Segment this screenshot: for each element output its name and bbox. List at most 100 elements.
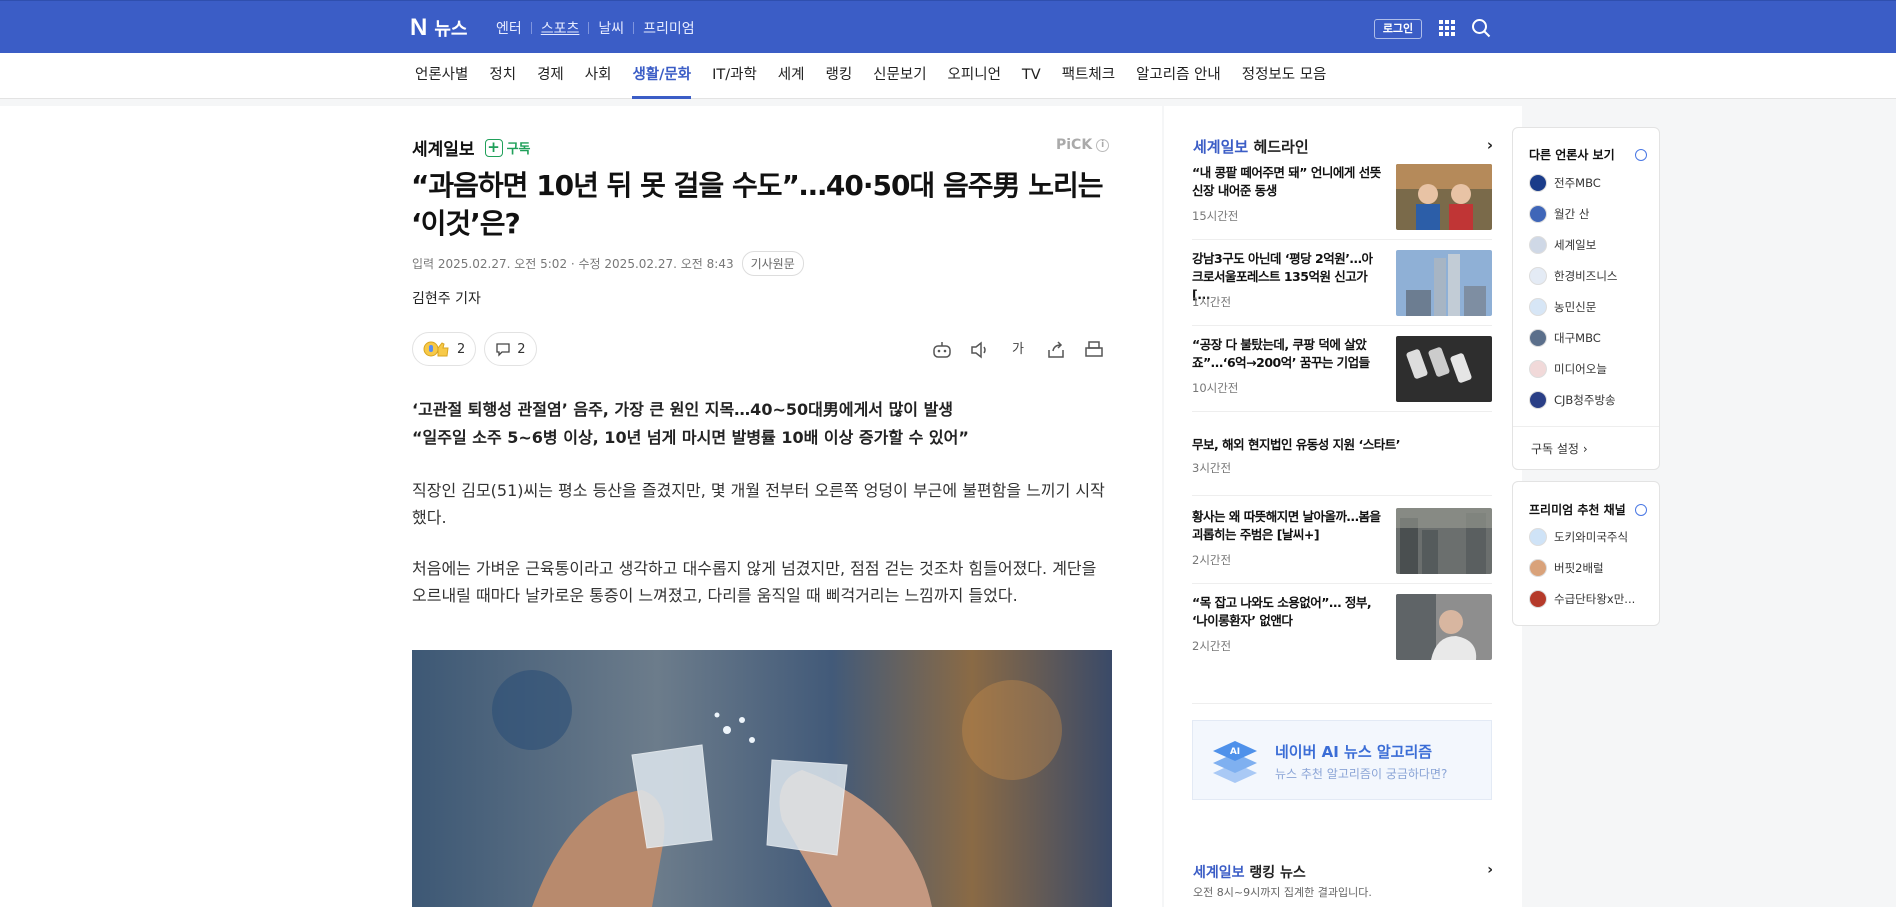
headline-item[interactable]: 황사는 왜 따뜻해지면 날아올까…봄을 괴롭히는 주범은 [날씨+] 2시간전 — [1192, 508, 1492, 584]
speaker-icon[interactable] — [968, 338, 992, 362]
refresh-icon[interactable] — [1635, 149, 1647, 161]
ai-icon-text: AI — [1230, 747, 1240, 757]
headline-thumbnail — [1396, 508, 1492, 574]
robot-summary-icon[interactable] — [930, 338, 954, 362]
headline-press-name: 세계일보 — [1193, 138, 1249, 156]
press-logo-icon — [1529, 360, 1547, 378]
press-item-name: 세계일보 — [1554, 238, 1597, 252]
pick-badge[interactable]: PiCK i — [1056, 137, 1110, 153]
premium-item[interactable]: 수급단타왕x만... — [1529, 590, 1635, 608]
press-item[interactable]: 전주MBC — [1529, 174, 1601, 192]
headline-title: 무보, 해외 현지법인 유동성 지원 ‘스타트’ — [1192, 437, 1401, 452]
press-logo-icon — [1529, 391, 1547, 409]
headline-time: 2시간전 — [1192, 553, 1232, 567]
info-icon: i — [1096, 138, 1110, 152]
login-button[interactable]: 로그인 — [1374, 19, 1422, 39]
reaction-emoji-icon — [423, 341, 449, 357]
original-article-button[interactable]: 기사원문 — [741, 251, 804, 276]
article-title-line-2: ‘이것’은? — [411, 207, 521, 240]
nav-item-it-science[interactable]: IT/과학 — [712, 53, 757, 99]
press-item-name: 한경비즈니스 — [1554, 269, 1618, 283]
nav-item-algorithm[interactable]: 알고리즘 안내 — [1136, 53, 1221, 99]
press-header: 세계일보 + 구독 — [412, 135, 530, 160]
headline-item[interactable]: 무보, 해외 현지법인 유동성 지원 ‘스타트’ 3시간전 — [1192, 422, 1492, 496]
press-item[interactable]: 한경비즈니스 — [1529, 267, 1617, 285]
reaction-button[interactable]: 2 — [412, 332, 477, 366]
press-item[interactable]: 대구MBC — [1529, 329, 1601, 347]
press-item[interactable]: 미디어오늘 — [1529, 360, 1607, 378]
share-icon[interactable] — [1044, 338, 1068, 362]
subscribe-button[interactable]: + 구독 — [484, 138, 530, 157]
press-logo-icon — [1529, 236, 1547, 254]
apps-grid-icon[interactable] — [1439, 20, 1455, 36]
service-link-sports[interactable]: 스포츠 — [541, 18, 580, 38]
search-icon[interactable] — [1471, 18, 1491, 38]
ai-banner-title: 네이버 AI 뉴스 알고리즘 — [1275, 743, 1433, 761]
refresh-icon[interactable] — [1635, 504, 1647, 516]
headline-title: 황사는 왜 따뜻해지면 날아올까…봄을 괴롭히는 주범은 [날씨+] — [1192, 509, 1381, 542]
comment-count: 2 — [517, 341, 526, 357]
service-link-premium[interactable]: 프리미엄 — [643, 18, 695, 38]
nav-item-opinion[interactable]: 오피니언 — [948, 53, 1001, 99]
top-bar: N 뉴스 엔터 스포츠 날씨 프리미엄 로그인 — [0, 0, 1896, 53]
headline-item[interactable]: “공장 다 불탔는데, 쿠팡 덕에 살았죠”…‘6억→200억’ 꿈꾸는 기업들… — [1192, 336, 1492, 412]
headline-title: “내 콩팥 떼어주면 돼” 언니에게 선뜻 신장 내어준 동생 — [1192, 165, 1381, 198]
press-item-name: 월간 산 — [1554, 207, 1590, 221]
press-item[interactable]: 월간 산 — [1529, 205, 1589, 223]
reporter-name[interactable]: 김현주 기자 — [412, 288, 481, 308]
nav-item-economy[interactable]: 경제 — [537, 53, 564, 99]
headline-title: “목 잡고 나와도 소용없어”… 정부, ‘나이롱환자’ 없앤다 — [1192, 595, 1372, 628]
nav-item-ranking[interactable]: 랭킹 — [825, 53, 852, 99]
section-nav: 언론사별 정치 경제 사회 생활/문화 IT/과학 세계 랭킹 신문보기 오피니… — [415, 53, 1347, 99]
premium-item-name: 수급단타왕x만... — [1554, 592, 1636, 606]
ai-stack-icon: AI — [1211, 733, 1259, 787]
press-name[interactable]: 세계일보 — [412, 135, 475, 160]
naver-news-logo[interactable]: N 뉴스 — [410, 14, 467, 42]
ranking-header[interactable]: 세계일보 랭킹 뉴스 › — [1193, 862, 1493, 882]
headline-thumbnail — [1396, 594, 1492, 660]
channel-logo-icon — [1529, 559, 1547, 577]
premium-item[interactable]: 버핏2배럴 — [1529, 559, 1604, 577]
section-nav-bar: 언론사별 정치 경제 사회 생활/문화 IT/과학 세계 랭킹 신문보기 오피니… — [0, 53, 1896, 99]
press-item[interactable]: 농민신문 — [1529, 298, 1596, 316]
headline-item[interactable]: 강남3구도 아닌데 ‘평당 2억원’…아크로서울포레스트 135억원 신고가 [… — [1192, 250, 1492, 326]
comment-button[interactable]: 2 — [484, 332, 537, 366]
nav-item-tv[interactable]: TV — [1022, 53, 1041, 99]
headline-time: 15시간전 — [1192, 209, 1239, 223]
channel-logo-icon — [1529, 528, 1547, 546]
ai-banner-desc: 뉴스 추천 알고리즘이 궁금하다면? — [1275, 767, 1448, 781]
press-logo-icon — [1529, 298, 1547, 316]
headline-time: 1시간전 — [1192, 295, 1232, 309]
headline-item[interactable]: “목 잡고 나와도 소용없어”… 정부, ‘나이롱환자’ 없앤다 2시간전 — [1192, 594, 1492, 704]
service-link-entertainment[interactable]: 엔터 — [496, 18, 522, 38]
naver-n-logo: N — [410, 14, 428, 41]
subscription-settings-link[interactable]: 구독 설정 › — [1531, 440, 1588, 457]
soju-toast-image — [412, 650, 1112, 907]
nav-item-factcheck[interactable]: 팩트체크 — [1062, 53, 1115, 99]
headline-time: 3시간전 — [1192, 461, 1232, 475]
press-item[interactable]: 세계일보 — [1529, 236, 1596, 254]
divider — [588, 22, 590, 34]
text-size-label: 가 — [1012, 342, 1024, 357]
text-size-button[interactable]: 가 — [1006, 338, 1030, 362]
press-item[interactable]: CJB청주방송 — [1529, 391, 1616, 409]
nav-item-life-culture[interactable]: 생활/문화 — [632, 53, 691, 99]
headline-section-header[interactable]: 세계일보 헤드라인 › — [1193, 136, 1493, 157]
nav-item-newspaper[interactable]: 신문보기 — [873, 53, 926, 99]
service-link-weather[interactable]: 날씨 — [598, 18, 624, 38]
summary-line-1: ‘고관절 퇴행성 관절염’ 음주, 가장 큰 원인 지목…40~50대男에게서 … — [412, 400, 954, 419]
nav-item-corrections[interactable]: 정정보도 모음 — [1242, 53, 1327, 99]
channel-logo-icon — [1529, 590, 1547, 608]
print-icon[interactable] — [1082, 338, 1106, 362]
nav-item-society[interactable]: 사회 — [585, 53, 612, 99]
divider — [530, 22, 532, 34]
headline-item[interactable]: “내 콩팥 떼어주면 돼” 언니에게 선뜻 신장 내어준 동생 15시간전 — [1192, 164, 1492, 240]
article-photo[interactable] — [412, 650, 1112, 907]
press-logo-icon — [1529, 205, 1547, 223]
nav-item-world[interactable]: 세계 — [778, 53, 805, 99]
nav-item-press[interactable]: 언론사별 — [415, 53, 468, 99]
ai-algorithm-banner[interactable]: AI 네이버 AI 뉴스 알고리즘 뉴스 추천 알고리즘이 궁금하다면? — [1192, 720, 1492, 800]
nav-item-politics[interactable]: 정치 — [489, 53, 516, 99]
article-paragraph-1: 직장인 김모(51)씨는 평소 등산을 즐겼지만, 몇 개월 전부터 오른쪽 엉… — [412, 481, 1105, 527]
premium-item[interactable]: 도키와미국주식 — [1529, 528, 1628, 546]
